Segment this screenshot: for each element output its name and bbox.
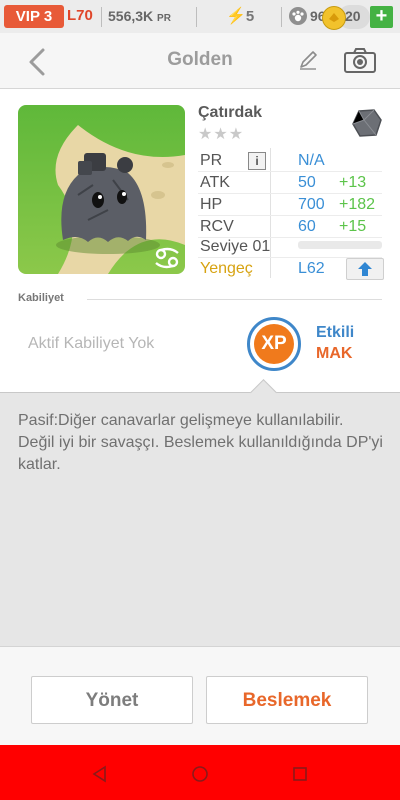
level-cap: L62 bbox=[298, 260, 325, 277]
page-title: Golden bbox=[167, 49, 233, 70]
stat-label-hp: HP bbox=[200, 196, 223, 213]
divider bbox=[281, 7, 282, 27]
camera-icon bbox=[344, 48, 376, 73]
divider bbox=[198, 193, 382, 194]
effect-label: Etkili bbox=[316, 324, 355, 341]
paw-icon bbox=[289, 7, 307, 25]
rock-element-icon bbox=[350, 106, 384, 140]
arrow-up-icon bbox=[358, 262, 372, 276]
stat-label-rcv: RCV bbox=[200, 218, 234, 235]
square-recents-icon bbox=[293, 767, 307, 781]
ability-section-label: Kabiliyet bbox=[18, 292, 64, 304]
rename-button[interactable] bbox=[296, 48, 320, 72]
description-text: Pasif:Diğer canavarlar gelişmeye kullanı… bbox=[18, 412, 383, 473]
chevron-left-icon bbox=[29, 48, 45, 76]
monster-name: Çatırdak bbox=[198, 104, 263, 121]
divider bbox=[198, 215, 382, 216]
stat-bonus-hp: +182 bbox=[339, 196, 376, 213]
divider bbox=[198, 171, 382, 172]
stat-label-pr: PR bbox=[200, 152, 223, 169]
stat-value-hp: 700 bbox=[298, 196, 325, 213]
circle-home-icon bbox=[192, 766, 208, 782]
stat-value-atk: 50 bbox=[298, 174, 316, 191]
add-gold-button[interactable]: + bbox=[370, 6, 393, 28]
zodiac-sign: Yengeç bbox=[200, 260, 253, 277]
level-label: Seviye 01 bbox=[200, 238, 271, 255]
divider bbox=[87, 299, 382, 300]
active-ability-text: Aktif Kabiliyet Yok bbox=[28, 335, 155, 352]
stat-value-rcv: 60 bbox=[298, 218, 316, 235]
divider bbox=[101, 7, 102, 27]
effect-value: MAK bbox=[316, 345, 353, 362]
stats-divider bbox=[270, 148, 271, 278]
nav-home-button[interactable] bbox=[190, 764, 210, 784]
xp-progress-bar bbox=[298, 241, 382, 249]
gold-amount: 20 bbox=[345, 8, 361, 24]
lightning-icon: ⚡ bbox=[226, 8, 246, 25]
back-button[interactable] bbox=[22, 44, 58, 80]
level-up-button[interactable] bbox=[346, 258, 384, 280]
divider bbox=[196, 7, 197, 27]
nav-back-button[interactable] bbox=[90, 764, 110, 784]
energy-counter: ⚡5 bbox=[226, 8, 255, 25]
player-level: L70 bbox=[67, 7, 93, 24]
money-amount: 556,3K PR bbox=[108, 8, 171, 24]
manage-button[interactable]: Yönet bbox=[31, 676, 193, 724]
triangle-back-icon bbox=[92, 765, 106, 783]
stat-bonus-rcv: +15 bbox=[339, 218, 367, 235]
stat-value-pr: N/A bbox=[298, 152, 325, 169]
stat-label-atk: ATK bbox=[200, 174, 230, 191]
info-button[interactable]: i bbox=[248, 152, 266, 170]
pencil-icon bbox=[300, 51, 317, 70]
gold-coin-icon bbox=[322, 6, 346, 30]
vip-badge[interactable]: VIP 3 bbox=[4, 5, 64, 28]
cancer-zodiac-icon bbox=[155, 247, 179, 269]
monster-portrait[interactable] bbox=[18, 105, 185, 274]
stat-bonus-atk: +13 bbox=[339, 174, 367, 191]
xp-badge: XP bbox=[254, 324, 294, 364]
rarity-stars: ★★★ bbox=[198, 126, 245, 143]
feed-button[interactable]: Beslemek bbox=[206, 676, 368, 724]
camera-button[interactable] bbox=[343, 46, 377, 74]
nav-recents-button[interactable] bbox=[290, 764, 310, 784]
